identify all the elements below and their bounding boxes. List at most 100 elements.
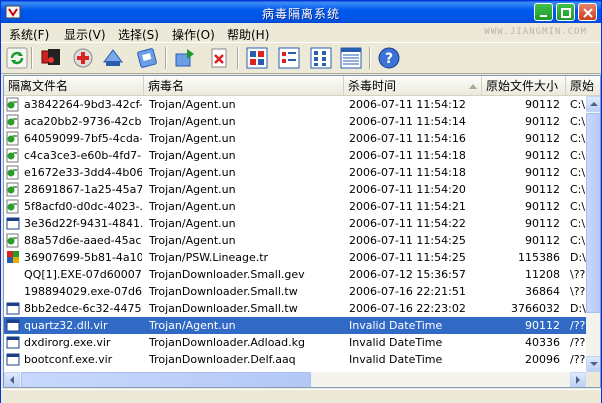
cell-original-size: 90112 (525, 98, 560, 111)
maximize-button[interactable] (556, 3, 575, 21)
cell-quarantine-file: 3e36d22f-9431-4841... (24, 217, 142, 230)
vertical-scrollbar[interactable] (586, 96, 600, 372)
table-row[interactable]: 8bb2edce-6c32-4475... TrojanDownloader.Sm… (4, 300, 586, 317)
scroll-down-button[interactable] (586, 356, 600, 372)
maximize-icon (561, 8, 571, 18)
minimize-button[interactable] (534, 3, 553, 21)
quarantine-window: 病毒隔离系统 系统(F) 显示(V) 选择(S) 操作(O) 帮助(H) WWW… (0, 0, 602, 403)
table-row[interactable]: dxdirorg.exe.vir TrojanDownloader.Adload.… (4, 334, 586, 351)
table-row[interactable]: 28691867-1a25-45a7... Trojan/Agent.un 2006… (4, 181, 586, 198)
cell-original-size: 36864 (525, 285, 560, 298)
table-row[interactable]: 198894029.exe-07d6... TrojanDownloader.Sm… (4, 283, 586, 300)
table-row[interactable]: e1672e33-3dd4-4b06... Trojan/Agent.un 2006… (4, 164, 586, 181)
cell-virus-name: Trojan/Agent.un (149, 115, 236, 128)
cell-virus-name: Trojan/Agent.un (149, 183, 236, 196)
list-header: 隔离文件名 病毒名 杀毒时间 原始文件大小 原始 (4, 76, 600, 96)
colorful-file-icon (6, 250, 22, 265)
watermark-text: WWW.JIANGMIN.COM (484, 27, 587, 37)
delete-button[interactable] (71, 46, 95, 70)
window-file-icon (6, 301, 22, 316)
restore-button[interactable] (101, 46, 125, 70)
table-row[interactable]: 88a57d6e-aaed-45ac... Trojan/Agent.un 2006… (4, 232, 586, 249)
cell-kill-time: 2006-07-11 11:54:12 (349, 98, 466, 111)
vertical-scroll-thumb[interactable] (586, 113, 600, 313)
details-view-button[interactable] (339, 46, 363, 70)
large-icons-view-icon (246, 47, 268, 69)
cell-kill-time: 2006-07-16 22:23:02 (349, 302, 466, 315)
window-title: 病毒隔离系统 (261, 7, 340, 21)
menu-operation[interactable]: 操作(O) (172, 26, 215, 43)
column-header-original-size[interactable]: 原始文件大小 (482, 76, 566, 96)
program-file-icon (6, 182, 22, 197)
arrow-right-icon (576, 376, 580, 384)
cell-original-size: 90112 (525, 183, 560, 196)
menu-help[interactable]: 帮助(H) (227, 26, 269, 43)
menu-view[interactable]: 显示(V) (64, 26, 106, 43)
list-view-button[interactable] (309, 46, 333, 70)
cell-quarantine-file: 28691867-1a25-45a7... (24, 183, 142, 196)
cell-quarantine-file: dxdirorg.exe.vir (24, 336, 111, 349)
table-row[interactable]: quartz32.dll.vir Trojan/Agent.un Invalid D… (4, 317, 586, 334)
cell-original-size: 40336 (525, 336, 560, 349)
table-row[interactable]: c4ca3ce3-e60b-4fd7-... Trojan/Agent.un 200… (4, 147, 586, 164)
column-header-kill-time[interactable]: 杀毒时间 (344, 76, 482, 96)
cell-kill-time: 2006-07-11 11:54:21 (349, 200, 466, 213)
toolbar-separator (31, 47, 33, 69)
help-button[interactable]: ? (377, 46, 401, 70)
table-row[interactable]: 36907699-5b81-4a10... Trojan/PSW.Lineage.… (4, 249, 586, 266)
cell-quarantine-file: c4ca3ce3-e60b-4fd7-... (24, 149, 142, 162)
table-row[interactable]: bootconf.exe.vir TrojanDownloader.Delf.aa… (4, 351, 586, 368)
column-header-quarantine-file[interactable]: 隔离文件名 (4, 76, 144, 96)
blank-file-icon (6, 267, 22, 282)
cell-original-size: 90112 (525, 200, 560, 213)
menu-system[interactable]: 系统(F) (9, 26, 49, 43)
scrollbar-corner (586, 372, 600, 387)
column-header-virus-name[interactable]: 病毒名 (144, 76, 344, 96)
cell-virus-name: Trojan/Agent.un (149, 166, 236, 179)
remove-button[interactable] (207, 46, 231, 70)
horizontal-scroll-thumb[interactable] (21, 372, 311, 387)
menu-select[interactable]: 选择(S) (118, 26, 159, 43)
cell-original-size: 90112 (525, 166, 560, 179)
cell-kill-time: 2006-07-11 11:54:25 (349, 251, 466, 264)
cell-virus-name: Trojan/Agent.un (149, 98, 236, 111)
program-file-icon (6, 97, 22, 112)
close-icon (583, 8, 593, 18)
horizontal-scrollbar[interactable] (4, 372, 600, 387)
import-button[interactable] (173, 46, 197, 70)
title-bar[interactable]: 病毒隔离系统 (1, 1, 601, 23)
cell-quarantine-file: quartz32.dll.vir (24, 319, 108, 332)
table-row[interactable]: a3842264-9bd3-42cf-... Trojan/Agent.un 200… (4, 96, 586, 113)
cell-original-size: 90112 (525, 319, 560, 332)
cell-kill-time: Invalid DateTime (349, 319, 443, 332)
export-button[interactable] (135, 46, 159, 70)
scroll-right-button[interactable] (570, 372, 586, 387)
scan-button[interactable] (39, 46, 63, 70)
program-file-icon (6, 114, 22, 129)
table-row[interactable]: 5f8acfd0-d0dc-4023-... Trojan/Agent.un 200… (4, 198, 586, 215)
large-icons-view-button[interactable] (245, 46, 269, 70)
cell-original-size: 3766032 (511, 302, 560, 315)
blank-file-icon (6, 284, 22, 299)
cell-kill-time: 2006-07-11 11:54:25 (349, 234, 466, 247)
cell-kill-time: 2006-07-11 11:54:18 (349, 149, 466, 162)
cell-quarantine-file: 88a57d6e-aaed-45ac... (24, 234, 142, 247)
table-row[interactable]: aca20bb2-9736-42cb... Trojan/Agent.un 2006… (4, 113, 586, 130)
cell-kill-time: 2006-07-12 15:36:57 (349, 268, 466, 281)
refresh-button[interactable] (5, 46, 29, 70)
scroll-up-button[interactable] (586, 96, 600, 112)
scroll-left-button[interactable] (4, 372, 20, 387)
table-row[interactable]: 3e36d22f-9431-4841... Trojan/Agent.un 2006… (4, 215, 586, 232)
cell-virus-name: TrojanDownloader.Delf.aaq (149, 353, 296, 366)
sort-ascending-icon (469, 84, 477, 89)
quarantine-list[interactable]: 隔离文件名 病毒名 杀毒时间 原始文件大小 原始 a3842264-9bd3-4… (3, 75, 601, 388)
table-row[interactable]: 64059099-7bf5-4cda-... Trojan/Agent.un 200… (4, 130, 586, 147)
cell-quarantine-file: a3842264-9bd3-42cf-... (24, 98, 142, 111)
column-header-original-path[interactable]: 原始 (566, 76, 600, 96)
close-button[interactable] (578, 3, 597, 21)
cell-quarantine-file: 198894029.exe-07d6... (24, 285, 142, 298)
table-row[interactable]: QQ[1].EXE-07d60007... TrojanDownloader.Sm… (4, 266, 586, 283)
small-icons-view-button[interactable] (277, 46, 301, 70)
cell-original-size: 90112 (525, 132, 560, 145)
cell-virus-name: Trojan/Agent.un (149, 149, 236, 162)
